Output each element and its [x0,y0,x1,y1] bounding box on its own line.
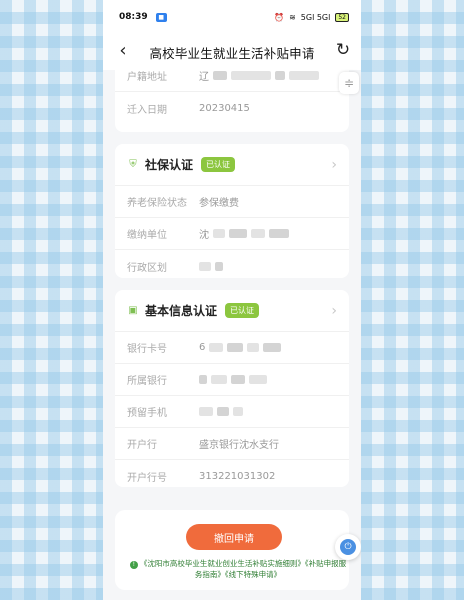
info-row: 开户行 盛京银行沈水支行 [115,428,349,460]
redacted-block [231,71,271,80]
redacted-block [227,343,244,352]
row-value-text: 沈 [199,230,209,241]
shield-icon: ⛨ [129,159,137,170]
redacted-block [263,343,282,352]
row-label: 迁入日期 [127,104,167,116]
info-row: 缴纳单位 沈 [115,218,349,250]
revoke-application-button[interactable]: 撤回申请 [186,524,282,550]
row-label: 预留手机 [127,408,167,419]
redacted-block [211,375,227,384]
back-icon[interactable]: ‹ [111,40,135,61]
row-label: 行政区划 [127,262,167,274]
redacted-block [215,261,223,271]
id-card-icon: ▣ [128,305,138,316]
wifi-icon: ≋ [289,12,296,22]
row-label: 养老保险状态 [127,198,187,209]
row-label: 户籍地址 [127,72,167,83]
policy-links-text[interactable]: 《沈阳市高校毕业生就业创业生活补贴实施细则》《补贴申报服务指南》《线下特殊申请》 [140,559,346,579]
row-value: 辽 [199,68,319,83]
social-security-card: ⛨ 社保认证 已认证 › 养老保险状态 参保缴费 缴纳单位 沈 行政区划 [115,144,349,278]
info-row: 银行卡号 6 [115,332,349,364]
household-info-card: 户籍地址 辽 迁入日期 20230415 [115,60,349,132]
info-row: 迁入日期 20230415 [115,92,349,124]
redacted-block [231,375,245,384]
info-row: 行政区划 [115,250,349,282]
action-card: 撤回申请 ! 《沈阳市高校毕业生就业创业生活补贴实施细则》《补贴申报服务指南》《线… [115,510,349,590]
row-label: 银行卡号 [127,344,167,355]
chevron-right-icon[interactable]: › [331,303,337,319]
row-value [199,261,223,271]
redacted-block [275,71,285,80]
redacted-block [233,407,243,416]
info-row: 养老保险状态 参保缴费 [115,186,349,218]
row-label: 开户行号 [127,472,167,484]
power-icon: ⏻ [340,539,356,555]
redacted-block [289,71,319,80]
basic-info-card: ▣ 基本信息认证 已认证 › 银行卡号 6 所属银行 预留手机 开户行 盛京银行… [115,290,349,487]
info-icon: ! [129,561,138,569]
page-title: 高校毕业生就业生活补贴申请 [149,45,315,61]
row-value [199,407,243,416]
row-value-text: 6 [199,342,206,353]
redacted-block [251,229,265,238]
row-value: 6 [199,342,282,353]
card-title: 社保认证 [145,158,194,172]
card-title: 基本信息认证 [145,304,218,318]
battery-icon: 52 [335,12,349,22]
info-row: 预留手机 [115,396,349,428]
app-notification-icon: ■ [155,12,167,22]
card-header[interactable]: ▣ 基本信息认证 已认证 › [115,290,349,332]
row-label: 开户行 [127,440,157,451]
chevron-right-icon[interactable]: › [331,157,337,173]
row-label: 缴纳单位 [127,230,167,241]
redacted-block [199,407,213,416]
row-value: 20230415 [199,102,250,114]
info-row: 户籍地址 辽 [115,60,349,92]
filter-icon[interactable]: ≑ [339,72,359,94]
redacted-block [209,343,224,352]
redacted-block [213,71,227,80]
verified-badge: 已认证 [201,157,236,172]
redacted-block [217,407,229,416]
redacted-block [249,375,267,384]
redacted-block [199,375,207,384]
row-value: 沈 [199,226,289,241]
redacted-block [199,261,211,271]
phone-screen: 08:39 ■ ⏰ ≋ 5Gl 5Gl 52 ‹ 高校毕业生就业生活补贴申请 ↻… [103,0,361,600]
row-value: 313221031302 [199,470,276,482]
policy-links[interactable]: ! 《沈阳市高校毕业生就业创业生活补贴实施细则》《补贴申报服务指南》《线下特殊申请… [127,558,349,580]
info-row: 所属银行 [115,364,349,396]
card-header[interactable]: ⛨ 社保认证 已认证 › [115,144,349,186]
row-value: 参保缴费 [199,198,239,209]
row-value [199,375,267,384]
redacted-block [229,229,247,238]
assistant-float-button[interactable]: ⏻ [335,534,361,560]
redacted-block [247,343,260,352]
refresh-icon[interactable]: ↻ [331,40,355,60]
status-time: 08:39 [119,12,148,22]
redacted-block [213,229,225,238]
row-label: 所属银行 [127,376,167,387]
redacted-block [269,229,289,238]
status-icons: ⏰ ≋ 5Gl 5Gl 52 [274,12,349,22]
row-value-text: 辽 [199,72,209,83]
signal-icon: 5Gl 5Gl [300,12,331,22]
info-row: 开户行号 313221031302 [115,460,349,492]
verified-badge: 已认证 [225,303,260,318]
alarm-icon: ⏰ [274,12,285,22]
status-bar: 08:39 ■ ⏰ ≋ 5Gl 5Gl 52 [103,0,361,34]
row-value: 盛京银行沈水支行 [199,440,279,451]
